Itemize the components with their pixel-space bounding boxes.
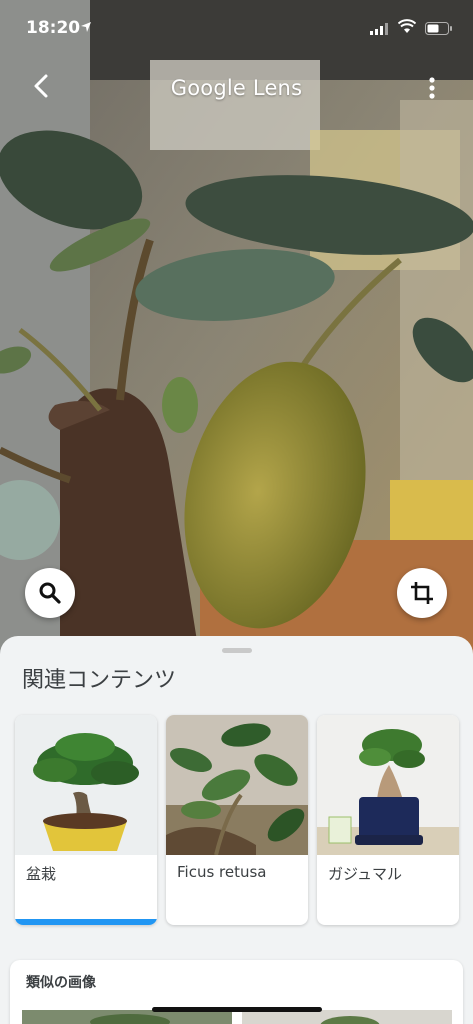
home-indicator[interactable] xyxy=(152,1007,322,1012)
selected-indicator xyxy=(15,919,157,925)
related-content-heading: 関連コンテンツ xyxy=(22,668,177,693)
battery-icon xyxy=(425,22,453,40)
wifi-icon xyxy=(397,19,417,38)
result-card-label: ガジュマル xyxy=(328,865,402,883)
result-thumbnail xyxy=(166,715,308,855)
result-thumbnail xyxy=(317,715,459,855)
status-time: 18:20 xyxy=(26,18,81,38)
crop-button[interactable] xyxy=(397,568,447,618)
status-bar: 18:20 xyxy=(0,0,473,56)
crop-icon xyxy=(411,582,433,604)
result-thumbnail xyxy=(15,715,157,855)
search-button[interactable] xyxy=(25,568,75,618)
location-arrow-icon xyxy=(80,20,92,38)
similar-images-section[interactable]: 類似の画像 xyxy=(10,960,463,1024)
result-card-bonsai[interactable]: 盆栽 xyxy=(15,715,157,925)
search-icon xyxy=(39,582,61,604)
result-card-gajumaru[interactable]: ガジュマル xyxy=(317,715,459,925)
app-title: Google Lens xyxy=(170,76,303,100)
result-card-label: 盆栽 xyxy=(26,865,57,883)
more-vertical-icon xyxy=(429,77,435,99)
lens-header: Google Lens xyxy=(0,62,473,114)
similar-images-heading: 類似の画像 xyxy=(26,975,96,991)
results-sheet[interactable]: 関連コンテンツ 盆栽 Ficus retusa ガジュマル 類似の画像 xyxy=(0,636,473,1024)
result-card-ficus-retusa[interactable]: Ficus retusa xyxy=(166,715,308,925)
more-options-button[interactable] xyxy=(420,72,444,104)
cellular-signal-icon xyxy=(370,22,390,40)
result-card-label: Ficus retusa xyxy=(177,863,267,881)
sheet-drag-handle[interactable] xyxy=(222,648,252,653)
similar-image-thumbnails[interactable] xyxy=(10,960,463,1024)
